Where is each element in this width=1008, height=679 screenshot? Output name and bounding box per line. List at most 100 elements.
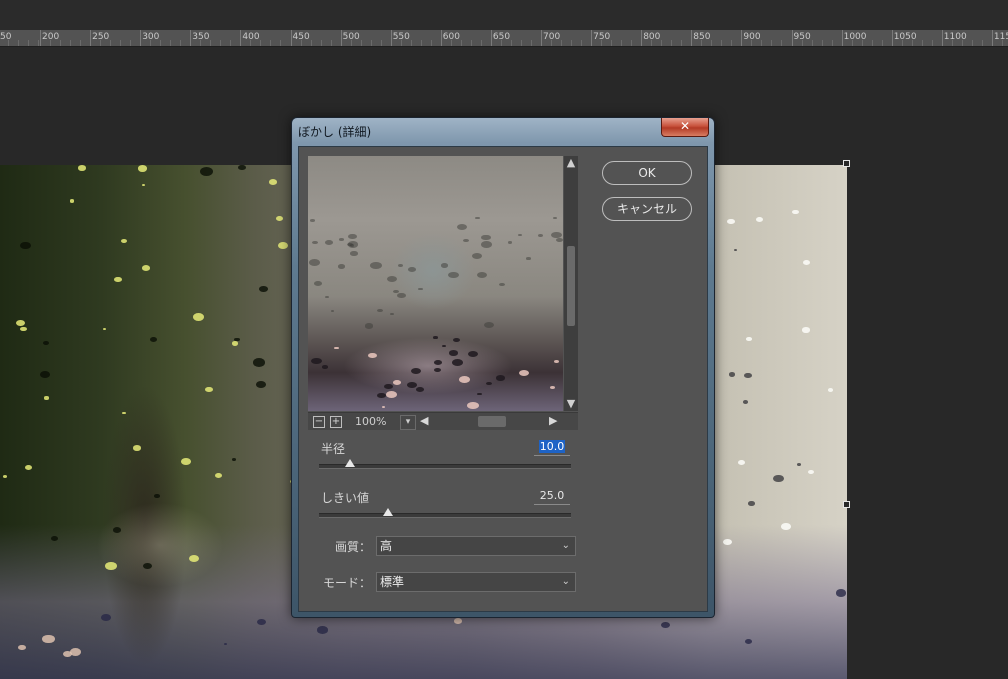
ruler-minor-tick bbox=[280, 40, 282, 46]
paint-speckle bbox=[407, 267, 416, 273]
paint-speckle bbox=[311, 240, 318, 245]
threshold-slider-track[interactable] bbox=[319, 508, 571, 518]
zoom-dropdown-icon[interactable]: ▾ bbox=[400, 415, 416, 430]
ruler-minor-tick bbox=[621, 40, 623, 46]
paint-speckle bbox=[483, 322, 495, 329]
scroll-left-icon[interactable]: ◀ bbox=[420, 414, 428, 427]
ruler-minor-tick bbox=[370, 40, 372, 46]
paint-speckle bbox=[349, 251, 358, 256]
paint-speckle bbox=[433, 336, 438, 339]
paint-speckle bbox=[42, 634, 55, 644]
ok-button[interactable]: OK bbox=[602, 161, 692, 185]
radius-slider-track[interactable] bbox=[319, 459, 571, 469]
paint-speckle bbox=[268, 179, 277, 186]
filter-preview[interactable] bbox=[308, 156, 563, 411]
paint-speckle bbox=[338, 238, 344, 242]
ruler-major-tick bbox=[841, 30, 843, 46]
ruler-major-tick bbox=[691, 30, 693, 46]
ruler-minor-tick bbox=[951, 40, 953, 46]
paint-speckle bbox=[802, 259, 810, 265]
paint-speckle bbox=[507, 241, 513, 244]
ruler-minor-tick bbox=[761, 40, 763, 46]
ruler-minor-tick bbox=[651, 40, 653, 46]
paint-speckle bbox=[555, 237, 563, 243]
horizontal-scroll-thumb[interactable] bbox=[478, 416, 506, 427]
paint-speckle bbox=[526, 257, 531, 260]
paint-speckle bbox=[180, 458, 191, 465]
ruler-minor-tick bbox=[611, 40, 613, 46]
paint-speckle bbox=[325, 295, 330, 299]
paint-speckle bbox=[24, 465, 33, 471]
paint-speckle bbox=[807, 469, 815, 475]
ruler-minor-tick bbox=[120, 40, 122, 46]
ruler-minor-tick bbox=[811, 40, 813, 46]
paint-speckle bbox=[475, 216, 481, 220]
ruler-minor-tick bbox=[581, 40, 582, 46]
quality-select[interactable]: 高 ⌄ bbox=[376, 536, 576, 556]
ruler-minor-tick bbox=[18, 40, 19, 46]
paint-speckle bbox=[434, 367, 442, 372]
ruler-minor-tick bbox=[320, 40, 322, 46]
zoom-in-button[interactable]: + bbox=[330, 416, 342, 428]
preview-vertical-scrollbar[interactable]: ▲ ▼ bbox=[564, 156, 578, 411]
close-icon: ✕ bbox=[679, 119, 691, 133]
zoom-level: 100% bbox=[355, 415, 387, 428]
scroll-right-icon[interactable]: ▶ bbox=[549, 414, 557, 427]
paint-speckle bbox=[70, 647, 82, 656]
transform-handle-top-right[interactable] bbox=[843, 160, 850, 167]
ruler-minor-tick bbox=[901, 40, 903, 46]
paint-speckle bbox=[188, 555, 199, 562]
ruler-minor-tick bbox=[430, 40, 432, 46]
paint-speckle bbox=[224, 643, 228, 646]
mode-select[interactable]: 標準 ⌄ bbox=[376, 572, 576, 592]
ruler-minor-tick bbox=[380, 40, 382, 46]
cancel-button[interactable]: キャンセル bbox=[602, 197, 692, 221]
threshold-label: しきい値 bbox=[321, 491, 370, 505]
ruler-minor-tick bbox=[210, 40, 212, 46]
paint-speckle bbox=[727, 218, 736, 225]
ruler-minor-tick bbox=[150, 40, 152, 46]
mode-label: モード： bbox=[322, 576, 371, 590]
paint-speckle bbox=[20, 326, 27, 332]
ruler-major-tick bbox=[390, 30, 392, 46]
ruler-major-tick bbox=[440, 30, 442, 46]
ruler-major-tick bbox=[240, 30, 242, 46]
paint-speckle bbox=[434, 360, 443, 366]
ruler-minor-tick bbox=[260, 40, 262, 46]
zoom-out-button[interactable]: − bbox=[313, 416, 325, 428]
scroll-down-icon[interactable]: ▼ bbox=[564, 397, 578, 411]
paint-speckle bbox=[411, 368, 422, 375]
paint-speckle bbox=[204, 386, 213, 393]
ruler-minor-tick bbox=[931, 40, 933, 46]
close-button[interactable]: ✕ bbox=[661, 118, 709, 137]
ruler-minor-tick bbox=[911, 40, 913, 46]
ruler-minor-tick bbox=[871, 40, 873, 46]
paint-speckle bbox=[448, 272, 459, 279]
threshold-field[interactable]: 25.0 bbox=[534, 488, 570, 505]
paint-speckle bbox=[495, 374, 506, 381]
ruler-minor-tick bbox=[661, 40, 663, 46]
preview-toolbar: − + 100% ▾ ◀ ▶ bbox=[308, 412, 578, 430]
transform-handle-right[interactable] bbox=[843, 501, 850, 508]
ruler-minor-tick bbox=[60, 40, 61, 46]
quality-label: 画質： bbox=[334, 540, 371, 554]
ruler-major-tick bbox=[891, 30, 893, 46]
paint-speckle bbox=[386, 275, 398, 283]
vertical-scroll-thumb[interactable] bbox=[567, 246, 575, 326]
scroll-up-icon[interactable]: ▲ bbox=[564, 156, 578, 170]
paint-speckle bbox=[467, 401, 480, 409]
ruler-major-tick bbox=[741, 30, 743, 46]
ruler-minor-tick bbox=[110, 40, 112, 46]
paint-speckle bbox=[550, 385, 556, 389]
horizontal-ruler: 50 200 250 300 350 400 450 500 550 600 650 700 750 80… bbox=[0, 30, 1008, 47]
ruler-minor-tick bbox=[330, 40, 332, 46]
ruler-minor-tick bbox=[350, 40, 352, 46]
radius-slider-thumb[interactable] bbox=[345, 459, 356, 467]
ruler-minor-tick bbox=[400, 40, 402, 46]
dialog-title: ぼかし (詳細) bbox=[298, 125, 372, 139]
options-bar bbox=[0, 0, 1008, 30]
threshold-slider-thumb[interactable] bbox=[383, 508, 393, 516]
paint-speckle bbox=[376, 392, 386, 398]
radius-field[interactable]: 10.0 bbox=[534, 439, 570, 456]
paint-speckle bbox=[518, 233, 523, 237]
